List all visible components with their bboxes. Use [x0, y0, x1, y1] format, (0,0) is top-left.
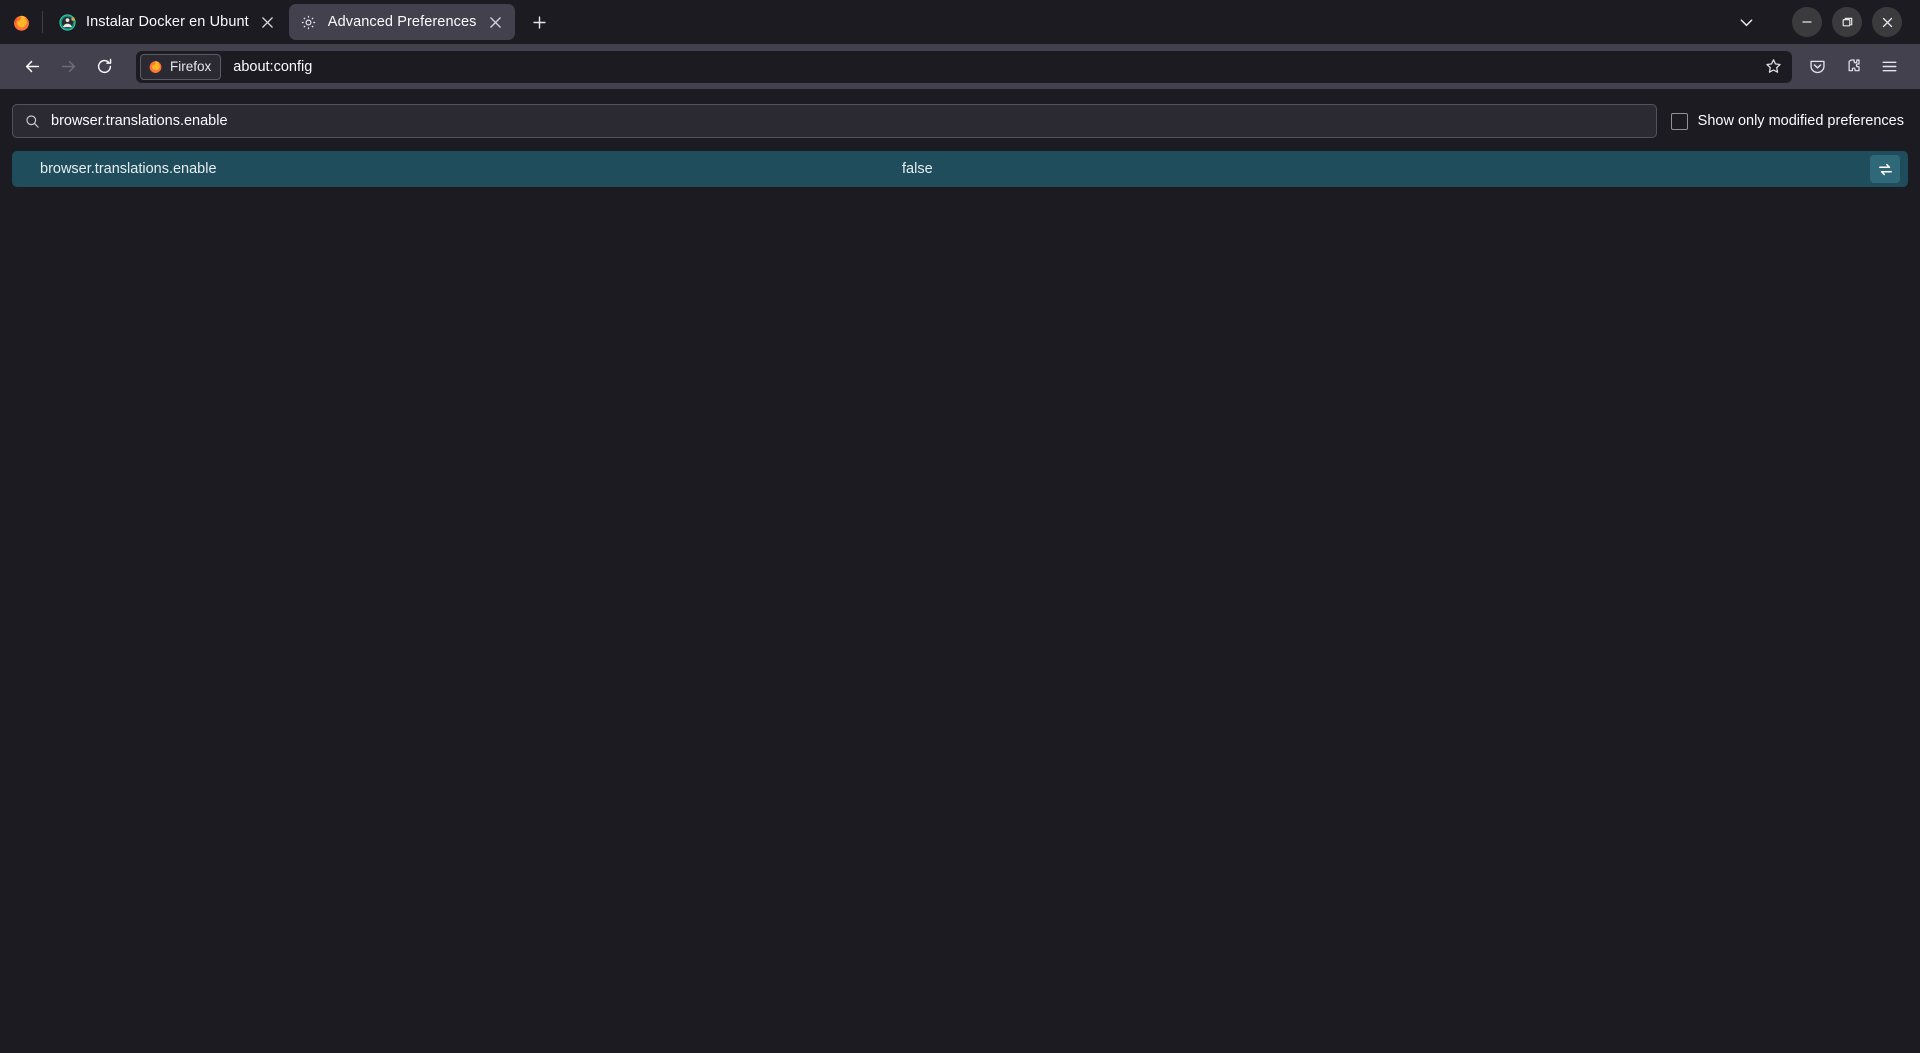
preferences-list: browser.translations.enable false	[0, 141, 1920, 187]
close-icon	[490, 16, 501, 28]
app-menu-button[interactable]	[1872, 51, 1906, 83]
star-icon	[1765, 59, 1781, 73]
gear-icon	[300, 13, 318, 31]
table-row[interactable]: browser.translations.enable false	[12, 151, 1908, 187]
minimize-icon	[1802, 21, 1812, 23]
forward-button	[50, 51, 86, 83]
chevron-down-icon	[1740, 18, 1752, 26]
close-icon	[1882, 17, 1892, 27]
bookmark-button[interactable]	[1758, 53, 1788, 81]
tab-close-button[interactable]	[483, 9, 509, 35]
maximize-button[interactable]	[1832, 7, 1862, 37]
firefox-logo-icon	[13, 15, 29, 31]
tab-advanced-preferences[interactable]: Advanced Preferences	[288, 4, 515, 40]
tab-list: Instalar Docker en Ubunt Advanced Prefer…	[43, 0, 557, 44]
pocket-icon	[1809, 60, 1825, 74]
tab-title: Instalar Docker en Ubunt	[86, 14, 249, 30]
checkbox-box[interactable]	[1670, 112, 1688, 130]
firefox-app-icon[interactable]	[0, 0, 42, 44]
show-only-modified-label: Show only modified preferences	[1697, 113, 1904, 129]
toggle-swap-icon	[1878, 163, 1892, 175]
reload-button[interactable]	[86, 51, 122, 83]
new-tab-button[interactable]	[523, 5, 557, 39]
url-text: about:config	[233, 58, 313, 75]
extensions-button[interactable]	[1836, 51, 1870, 83]
toggle-preference-button[interactable]	[1870, 155, 1900, 183]
about-config-page: browser.translations.enable Show only mo…	[0, 89, 1920, 1053]
navigation-toolbar: Firefox about:config	[0, 44, 1920, 89]
site-favicon-icon	[58, 13, 76, 31]
search-input[interactable]: browser.translations.enable	[12, 104, 1657, 138]
toolbar-actions	[1800, 51, 1912, 83]
back-button[interactable]	[14, 51, 50, 83]
pocket-save-button[interactable]	[1800, 51, 1834, 83]
firefox-logo-icon	[149, 61, 162, 73]
tab-strip: Instalar Docker en Ubunt Advanced Prefer…	[0, 0, 1920, 44]
hamburger-menu-icon	[1882, 61, 1896, 72]
preference-value: false	[902, 161, 933, 177]
tab-close-button[interactable]	[255, 9, 281, 35]
tab-title: Advanced Preferences	[327, 14, 477, 30]
identity-box[interactable]: Firefox	[140, 53, 222, 80]
minimize-button[interactable]	[1792, 7, 1822, 37]
extension-puzzle-icon	[1848, 59, 1860, 72]
preference-name: browser.translations.enable	[40, 161, 217, 177]
close-window-button[interactable]	[1872, 7, 1902, 37]
arrow-right-icon	[61, 60, 75, 73]
tab-instalar-docker[interactable]: Instalar Docker en Ubunt	[47, 4, 287, 40]
show-only-modified-checkbox[interactable]: Show only modified preferences	[1670, 112, 1908, 130]
search-row: browser.translations.enable Show only mo…	[0, 89, 1920, 141]
list-all-tabs-button[interactable]	[1728, 4, 1764, 40]
search-icon	[23, 112, 41, 130]
reload-icon	[97, 58, 111, 74]
plus-icon	[533, 15, 546, 29]
url-bar[interactable]: Firefox about:config	[136, 50, 1792, 83]
arrow-left-icon	[25, 60, 39, 73]
search-input-value: browser.translations.enable	[51, 113, 228, 129]
window-controls	[1792, 7, 1914, 37]
close-icon	[262, 16, 274, 28]
identity-label: Firefox	[170, 59, 212, 74]
restore-icon	[1842, 17, 1852, 26]
